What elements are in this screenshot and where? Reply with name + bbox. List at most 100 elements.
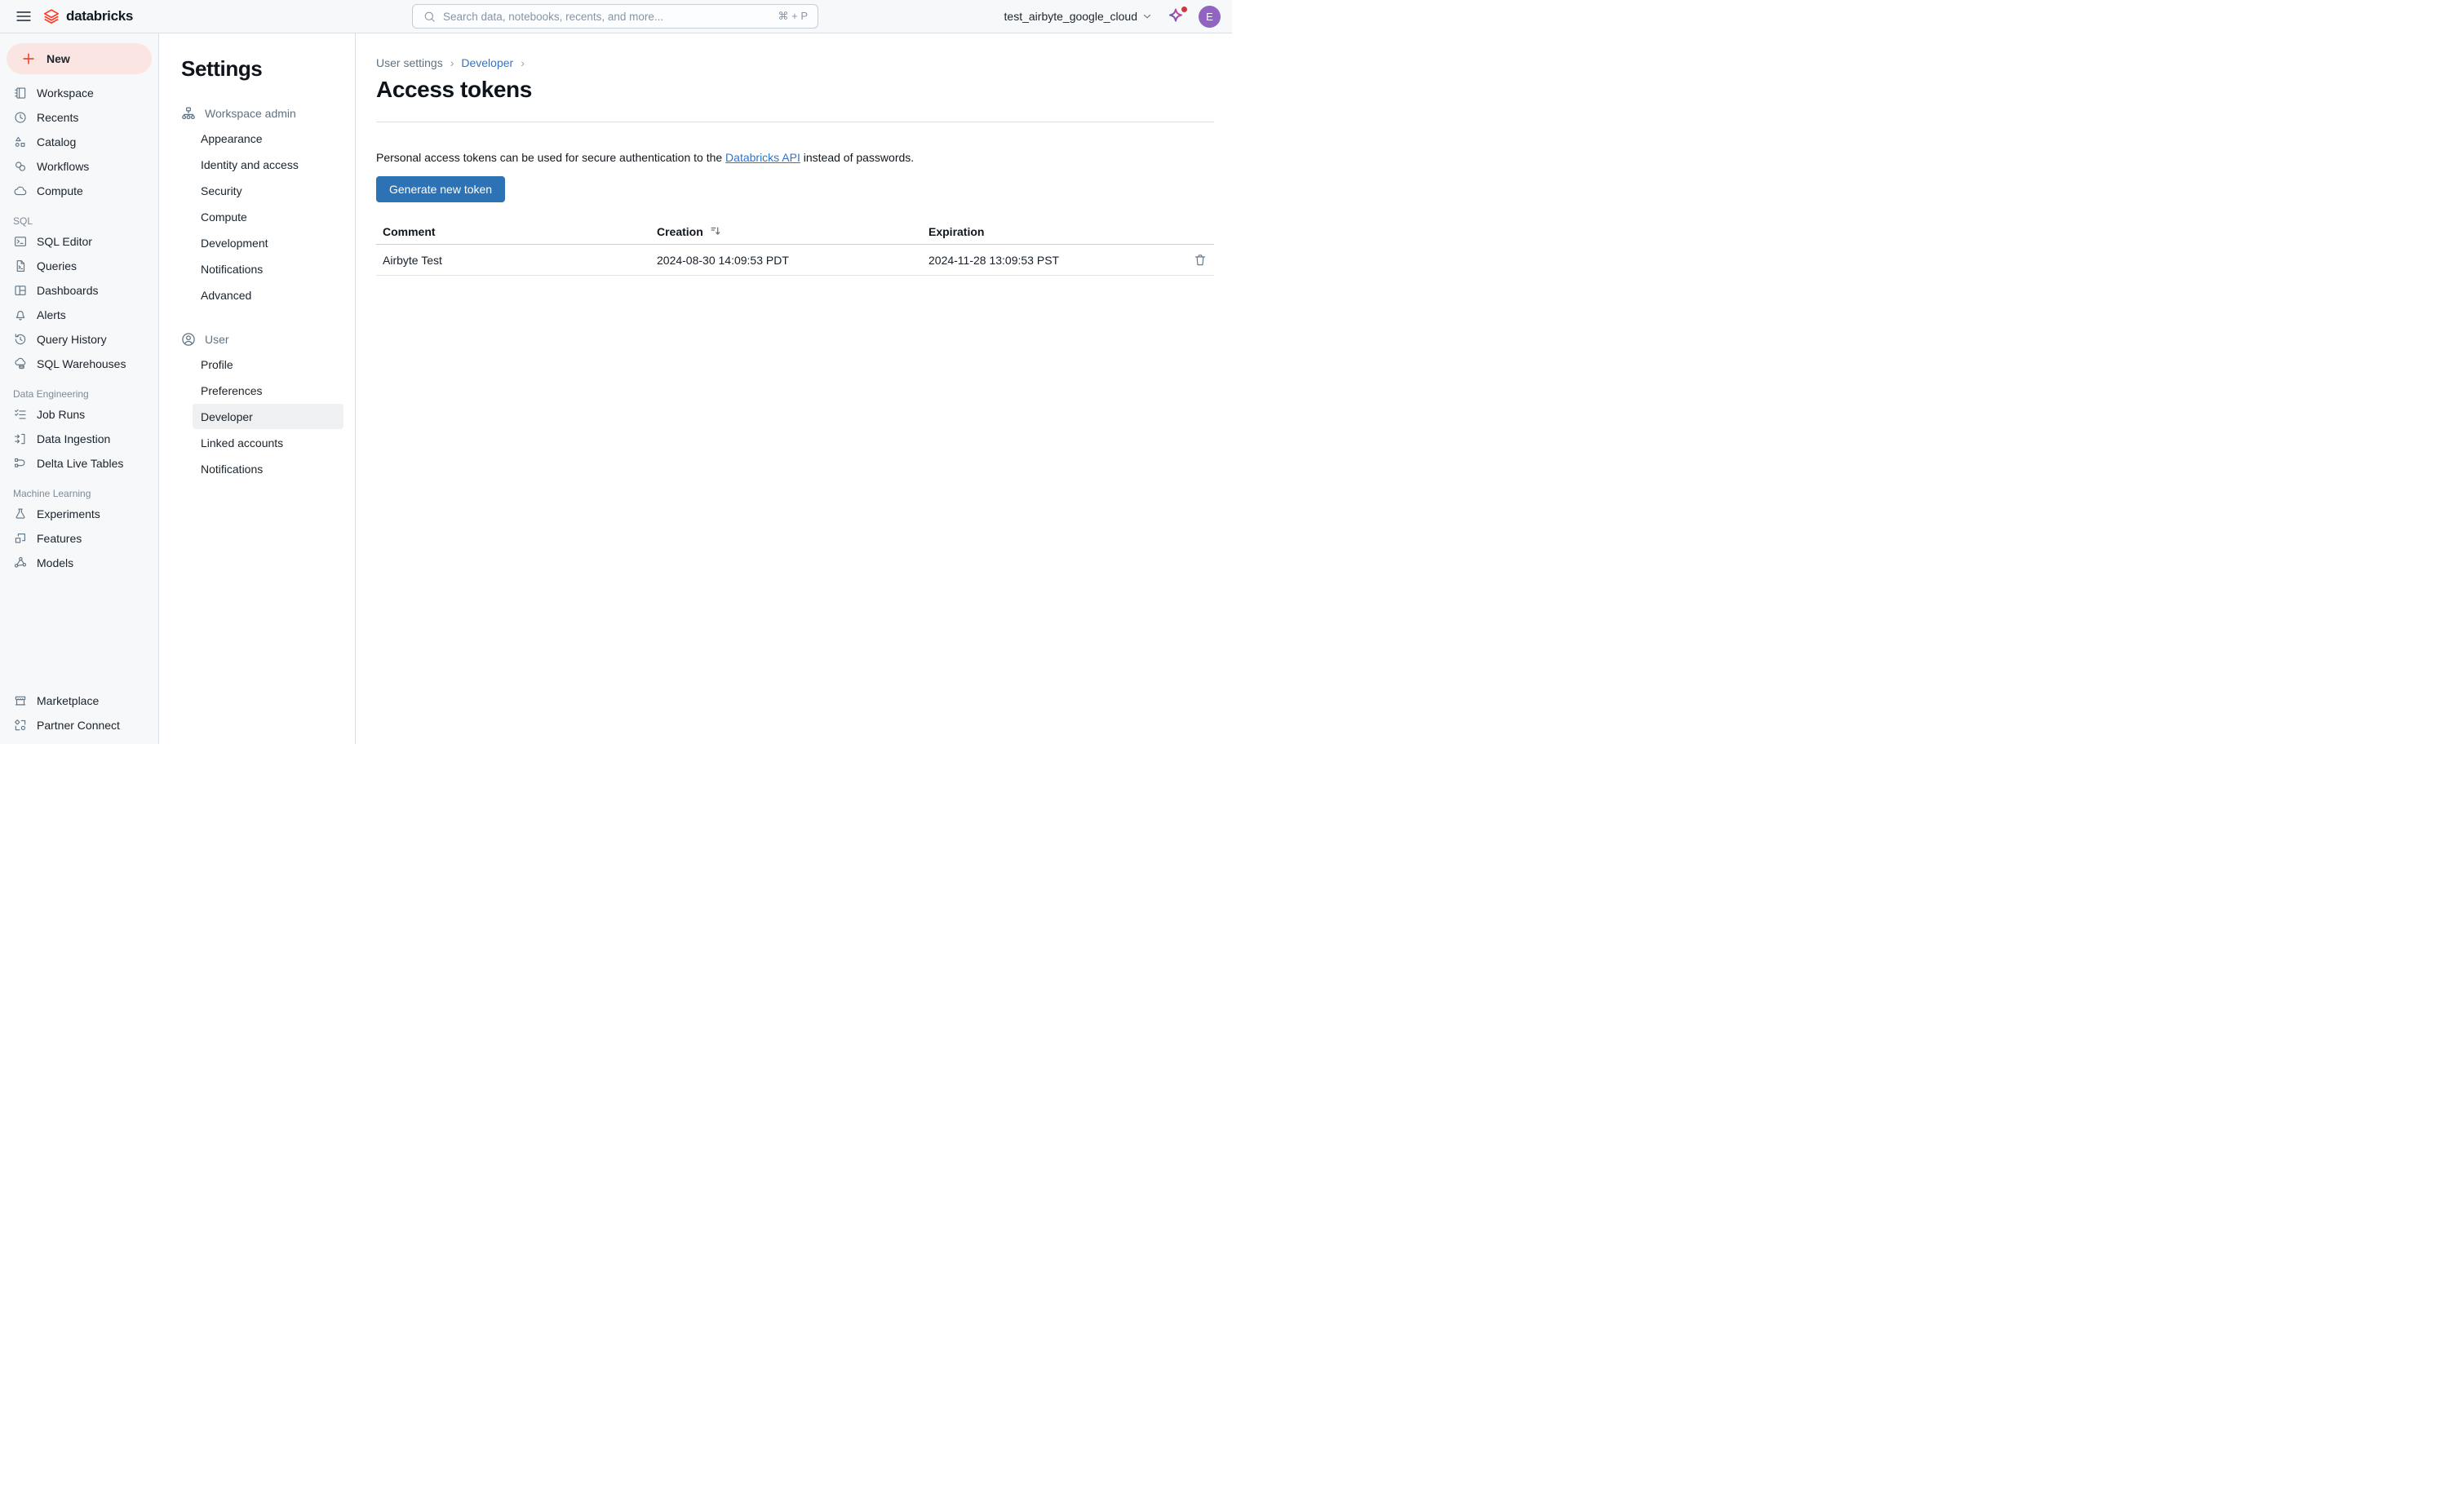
token-expiration-cell: 2024-11-28 13:09:53 PST [922, 254, 1178, 267]
hamburger-menu-icon[interactable] [11, 4, 36, 29]
workspace-icon [13, 86, 28, 100]
sidebar-item-label: Marketplace [37, 694, 99, 707]
sidebar-item-compute[interactable]: Compute [0, 179, 158, 203]
delete-token-button[interactable] [1193, 253, 1214, 268]
sidebar-item-marketplace[interactable]: Marketplace [0, 689, 158, 713]
settings-group-header: Workspace admin [160, 101, 355, 126]
description-before: Personal access tokens can be used for s… [376, 151, 725, 164]
access-tokens-table: Comment Creation Expiration Airbyte Test [376, 219, 1214, 276]
queries-icon [13, 259, 28, 273]
settings-item-linked-accounts[interactable]: Linked accounts [193, 430, 343, 455]
top-bar: databricks ⌘ + P test_airbyte_google_clo… [0, 0, 1232, 33]
sidebar-item-partner-connect[interactable]: Partner Connect [0, 713, 158, 737]
databricks-api-link[interactable]: Databricks API [725, 151, 800, 164]
sidebar-item-sql-editor[interactable]: SQL Editor [0, 229, 158, 254]
sidebar-item-label: Data Ingestion [37, 432, 110, 445]
sidebar-item-label: Queries [37, 259, 77, 272]
sidebar-item-features[interactable]: Features [0, 526, 158, 551]
breadcrumb-separator: › [521, 56, 525, 69]
settings-item-label: Preferences [201, 384, 262, 397]
new-button-label: New [47, 52, 70, 65]
user-avatar[interactable]: E [1199, 6, 1221, 28]
settings-item-development[interactable]: Development [193, 230, 343, 255]
features-icon [13, 531, 28, 546]
generate-new-token-button[interactable]: Generate new token [376, 176, 505, 202]
databricks-logo-icon [42, 7, 60, 25]
sidebar-item-queries[interactable]: Queries [0, 254, 158, 278]
sidebar-item-sql-warehouses[interactable]: SQL Warehouses [0, 352, 158, 376]
workspace-switcher[interactable]: test_airbyte_google_cloud [1004, 10, 1153, 23]
breadcrumb-root: User settings [376, 56, 443, 69]
new-button[interactable]: New [7, 43, 152, 74]
settings-group-header: User [160, 327, 355, 352]
sidebar-item-label: Workspace [37, 86, 94, 100]
sidebar-item-job-runs[interactable]: Job Runs [0, 402, 158, 427]
clock-icon [13, 110, 28, 125]
column-header-label: Expiration [928, 225, 984, 238]
settings-item-notifications-user[interactable]: Notifications [193, 456, 343, 481]
settings-item-advanced[interactable]: Advanced [193, 282, 343, 308]
settings-item-developer[interactable]: Developer [193, 404, 343, 429]
sidebar-section-data-engineering: Data Engineering [13, 388, 145, 400]
bell-icon [13, 308, 28, 322]
settings-item-label: Appearance [201, 132, 263, 145]
breadcrumb-separator: › [450, 56, 454, 69]
column-header-label: Creation [657, 225, 703, 238]
sidebar-section-machine-learning: Machine Learning [13, 488, 145, 499]
sidebar-item-catalog[interactable]: Catalog [0, 130, 158, 154]
sort-descending-icon[interactable] [710, 225, 722, 237]
sidebar-item-workspace[interactable]: Workspace [0, 81, 158, 105]
settings-item-appearance[interactable]: Appearance [193, 126, 343, 151]
ingestion-icon [13, 432, 28, 446]
databricks-logo[interactable]: databricks [42, 7, 133, 25]
plus-icon [20, 51, 37, 67]
sidebar-item-label: Alerts [37, 308, 66, 321]
catalog-icon [13, 135, 28, 149]
settings-item-label: Development [201, 237, 268, 250]
settings-item-security[interactable]: Security [193, 178, 343, 203]
org-icon [180, 105, 197, 122]
global-search[interactable]: ⌘ + P [412, 4, 818, 29]
settings-item-profile[interactable]: Profile [193, 352, 343, 377]
job-runs-icon [13, 407, 28, 422]
sidebar-item-label: Compute [37, 184, 83, 197]
chevron-down-icon [1141, 11, 1153, 22]
assistant-button[interactable] [1166, 7, 1185, 26]
search-input[interactable] [443, 11, 772, 23]
sidebar-item-alerts[interactable]: Alerts [0, 303, 158, 327]
sidebar-item-experiments[interactable]: Experiments [0, 502, 158, 526]
sidebar-item-label: Models [37, 556, 73, 569]
settings-item-identity-and-access[interactable]: Identity and access [193, 152, 343, 177]
sidebar-item-label: SQL Warehouses [37, 357, 126, 370]
settings-nav-panel: Settings Workspace admin Appearance Iden… [160, 33, 356, 744]
column-header-creation: Creation [650, 225, 922, 238]
experiments-icon [13, 507, 28, 521]
sidebar-item-label: Workflows [37, 160, 89, 173]
token-creation: 2024-08-30 14:09:53 PDT [657, 254, 789, 267]
breadcrumb-developer-link[interactable]: Developer [461, 56, 513, 69]
sidebar-item-delta-live-tables[interactable]: Delta Live Tables [0, 451, 158, 476]
column-header-label: Comment [383, 225, 436, 238]
settings-item-notifications-admin[interactable]: Notifications [193, 256, 343, 281]
sidebar-section-sql: SQL [13, 215, 145, 227]
settings-item-label: Security [201, 184, 242, 197]
search-icon [423, 10, 437, 24]
main-content: User settings › Developer › Access token… [357, 33, 1232, 744]
settings-item-label: Profile [201, 358, 233, 371]
sidebar-item-recents[interactable]: Recents [0, 105, 158, 130]
settings-group-label: User [205, 333, 229, 346]
token-comment: Airbyte Test [383, 254, 442, 267]
sidebar-item-models[interactable]: Models [0, 551, 158, 575]
user-icon [180, 331, 197, 348]
settings-item-compute[interactable]: Compute [193, 204, 343, 229]
search-shortcut: ⌘ + P [778, 10, 809, 23]
settings-title: Settings [160, 56, 355, 82]
settings-item-label: Notifications [201, 263, 263, 276]
sidebar-item-dashboards[interactable]: Dashboards [0, 278, 158, 303]
settings-item-preferences[interactable]: Preferences [193, 378, 343, 403]
sidebar-item-workflows[interactable]: Workflows [0, 154, 158, 179]
sidebar-item-query-history[interactable]: Query History [0, 327, 158, 352]
avatar-initial: E [1206, 11, 1213, 23]
warehouse-icon [13, 356, 28, 371]
sidebar-item-data-ingestion[interactable]: Data Ingestion [0, 427, 158, 451]
